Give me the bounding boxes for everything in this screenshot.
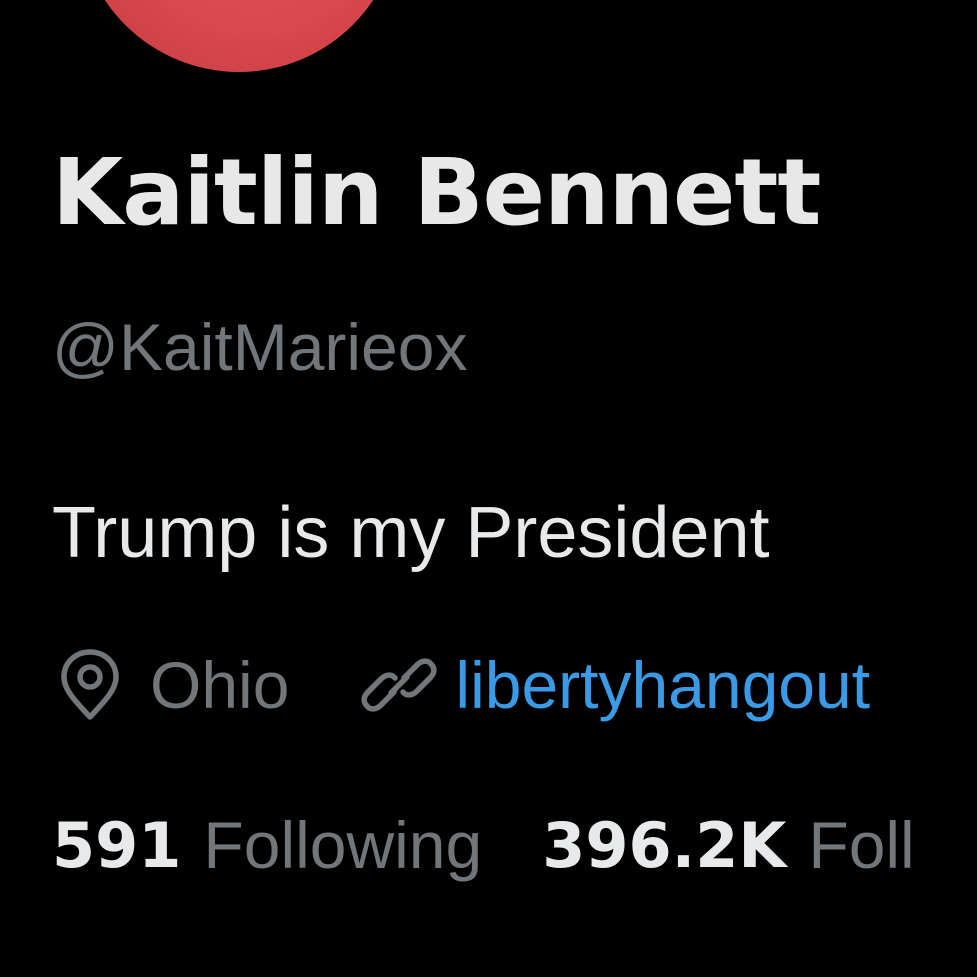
location-pin-icon	[52, 647, 128, 723]
following-count[interactable]: 591	[52, 809, 181, 882]
profile-stats-row: 591 Following 396.2K Foll	[52, 800, 915, 890]
link-icon[interactable]	[361, 647, 438, 723]
location-text: Ohio	[150, 648, 290, 722]
display-name: Kaitlin Bennett	[52, 139, 821, 246]
user-handle: @KaitMarieox	[52, 310, 468, 384]
website-link[interactable]: libertyhangout	[455, 647, 870, 723]
profile-page: Kaitlin Bennett @KaitMarieox Trump is my…	[0, 0, 977, 977]
followers-label[interactable]: Foll	[808, 807, 914, 883]
followers-count[interactable]: 396.2K	[542, 809, 786, 882]
avatar[interactable]	[78, 0, 400, 72]
profile-meta-row: Ohio libertyhangout	[52, 640, 870, 730]
profile-bio: Trump is my President	[52, 493, 770, 573]
following-label[interactable]: Following	[203, 807, 482, 883]
